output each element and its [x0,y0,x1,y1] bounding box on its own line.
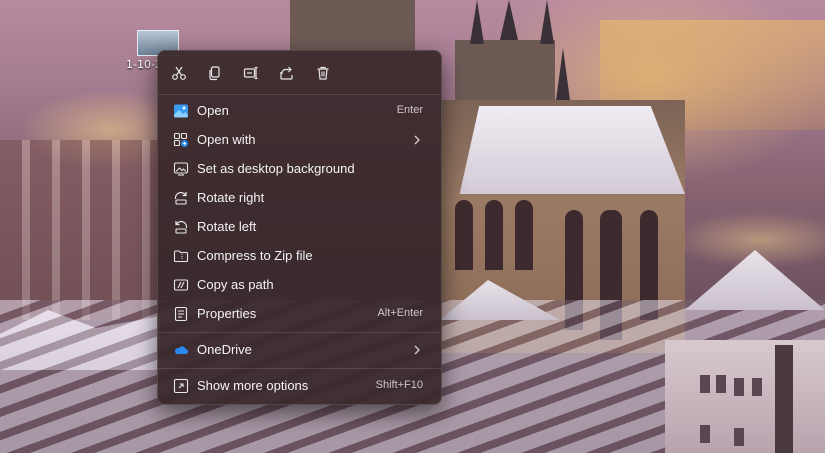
context-menu: Open Enter Open with Set as desktop back… [157,50,442,405]
wallpaper-window [752,378,762,396]
rotate-right-icon [173,190,189,206]
properties-icon [173,306,189,322]
menu-item-rotate-left[interactable]: Rotate left [162,213,437,241]
menu-separator [158,94,441,95]
menu-item-label: Copy as path [197,277,274,292]
menu-item-show-more-options[interactable]: Show more options Shift+F10 [162,372,437,400]
menu-separator [158,332,441,333]
cut-button[interactable] [166,60,192,86]
wallpaper-spire [555,48,571,108]
share-button[interactable] [274,60,300,86]
wallpaper-window [734,378,744,396]
show-more-icon [173,378,189,394]
chevron-right-icon [414,345,420,355]
wallpaper-window [485,200,503,270]
menu-item-onedrive[interactable]: OneDrive [162,336,437,364]
menu-item-open[interactable]: Open Enter [162,97,437,125]
menu-item-label: Open with [197,132,256,147]
wallpaper-window [455,200,473,270]
wallpaper-window [700,425,710,443]
wallpaper-church-roof [459,106,685,194]
rename-icon [243,66,258,80]
zip-folder-icon [173,248,189,264]
wallpaper-window [515,200,533,270]
photo-icon [173,103,189,119]
cut-icon [172,66,186,80]
wallpaper-spire [500,0,518,40]
menu-item-open-with[interactable]: Open with [162,126,437,154]
menu-item-set-desktop-background[interactable]: Set as desktop background [162,155,437,183]
menu-item-shortcut: Shift+F10 [375,379,423,391]
open-with-icon [173,132,189,148]
menu-item-shortcut: Alt+Enter [377,307,423,319]
delete-button[interactable] [310,60,336,86]
menu-separator [158,368,441,369]
menu-item-label: OneDrive [197,342,252,357]
wallpaper-window [716,375,726,393]
menu-item-rotate-right[interactable]: Rotate right [162,184,437,212]
wallpaper-snow-roof [685,250,825,310]
onedrive-cloud-icon [173,342,189,358]
copy-icon [209,66,220,81]
wallpaper-window [734,428,744,446]
menu-item-label: Rotate right [197,190,265,205]
menu-item-compress-zip[interactable]: Compress to Zip file [162,242,437,270]
delete-icon [317,66,329,80]
wallpaper-tower [290,0,415,52]
wallpaper-left-buildings [0,140,160,320]
copy-path-icon [173,277,189,293]
menu-item-shortcut: Enter [396,104,423,116]
menu-item-properties[interactable]: Properties Alt+Enter [162,300,437,328]
copy-button[interactable] [202,60,228,86]
wallpaper-right-houses [665,340,825,453]
menu-item-label: Rotate left [197,219,257,234]
wallpaper-spire [470,0,484,44]
wallpaper-spire [540,0,554,44]
menu-item-label: Open [197,103,229,118]
wallpaper-window [700,375,710,393]
chevron-right-icon [414,135,420,145]
menu-item-label: Show more options [197,378,309,393]
share-icon [280,66,293,80]
context-menu-toolbar [158,51,441,93]
menu-item-label: Properties [197,306,257,321]
menu-item-copy-as-path[interactable]: Copy as path [162,271,437,299]
menu-item-label: Compress to Zip file [197,248,313,263]
rename-button[interactable] [238,60,264,86]
rotate-left-icon [173,219,189,235]
desktop-background-icon [173,161,189,177]
menu-item-label: Set as desktop background [197,161,355,176]
wallpaper-chimney [775,345,793,453]
